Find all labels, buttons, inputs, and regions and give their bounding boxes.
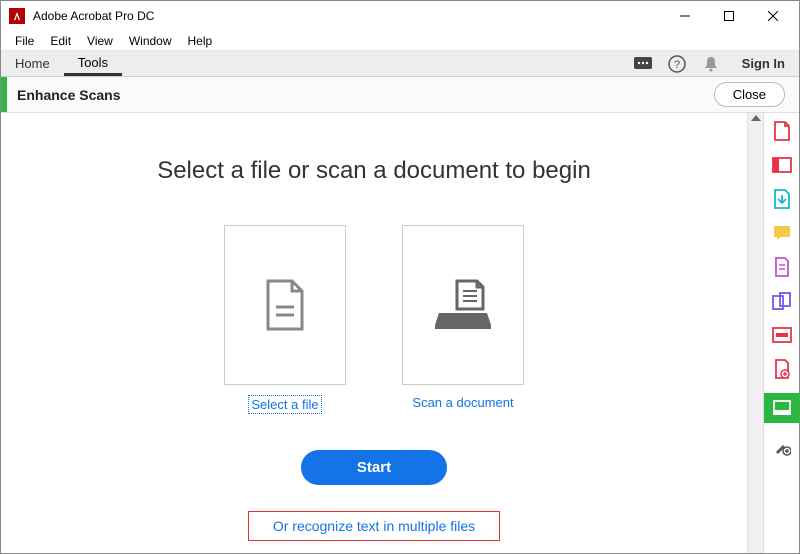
window-controls: [663, 2, 795, 30]
file-icon: [264, 279, 306, 331]
menu-edit[interactable]: Edit: [42, 31, 79, 50]
right-tool-rail: [763, 113, 799, 553]
window-title: Adobe Acrobat Pro DC: [33, 9, 663, 23]
tool-header: Enhance Scans Close: [1, 77, 799, 113]
combine-icon[interactable]: [772, 291, 792, 311]
signin-button[interactable]: Sign In: [728, 51, 799, 76]
scan-doc-label[interactable]: Scan a document: [412, 395, 513, 410]
svg-text:?: ?: [674, 59, 680, 71]
export-pdf-icon[interactable]: [772, 189, 792, 209]
maximize-button[interactable]: [707, 2, 751, 30]
select-file-box[interactable]: [224, 225, 346, 385]
bell-icon[interactable]: [694, 51, 728, 76]
scan-doc-box[interactable]: [402, 225, 524, 385]
tab-tools[interactable]: Tools: [64, 51, 122, 76]
option-scan-document[interactable]: Scan a document: [402, 225, 524, 414]
recognize-multiple-link[interactable]: Or recognize text in multiple files: [248, 511, 500, 541]
menu-view[interactable]: View: [79, 31, 121, 50]
scanner-icon: [433, 279, 493, 331]
tab-home[interactable]: Home: [1, 51, 64, 76]
body-area: Select a file or scan a document to begi…: [1, 113, 799, 553]
select-file-label[interactable]: Select a file: [248, 395, 321, 414]
tabbar: Home Tools ? Sign In: [1, 51, 799, 77]
comments-icon[interactable]: [626, 51, 660, 76]
menubar: File Edit View Window Help: [1, 31, 799, 51]
close-tool-button[interactable]: Close: [714, 82, 785, 107]
main-content: Select a file or scan a document to begi…: [1, 113, 747, 553]
minimize-button[interactable]: [663, 2, 707, 30]
enhance-scans-icon[interactable]: [764, 393, 800, 423]
option-select-file[interactable]: Select a file: [224, 225, 346, 414]
close-window-button[interactable]: [751, 2, 795, 30]
more-tools-icon[interactable]: [772, 437, 792, 457]
menu-help[interactable]: Help: [180, 31, 221, 50]
options-row: Select a file Scan a document: [224, 225, 524, 414]
vertical-scrollbar[interactable]: [747, 113, 763, 553]
scroll-up-arrow[interactable]: [751, 115, 761, 121]
titlebar: Adobe Acrobat Pro DC: [1, 1, 799, 31]
menu-window[interactable]: Window: [121, 31, 180, 50]
protect-icon[interactable]: [772, 359, 792, 379]
create-pdf-icon[interactable]: [772, 121, 792, 141]
main-heading: Select a file or scan a document to begi…: [157, 157, 591, 185]
help-icon[interactable]: ?: [660, 51, 694, 76]
tool-title: Enhance Scans: [7, 87, 714, 103]
edit-pdf-icon[interactable]: [772, 155, 792, 175]
organize-icon[interactable]: [772, 257, 792, 277]
start-button[interactable]: Start: [301, 450, 447, 485]
menu-file[interactable]: File: [7, 31, 42, 50]
redact-icon[interactable]: [772, 325, 792, 345]
app-icon: [9, 8, 25, 24]
comment-icon[interactable]: [772, 223, 792, 243]
